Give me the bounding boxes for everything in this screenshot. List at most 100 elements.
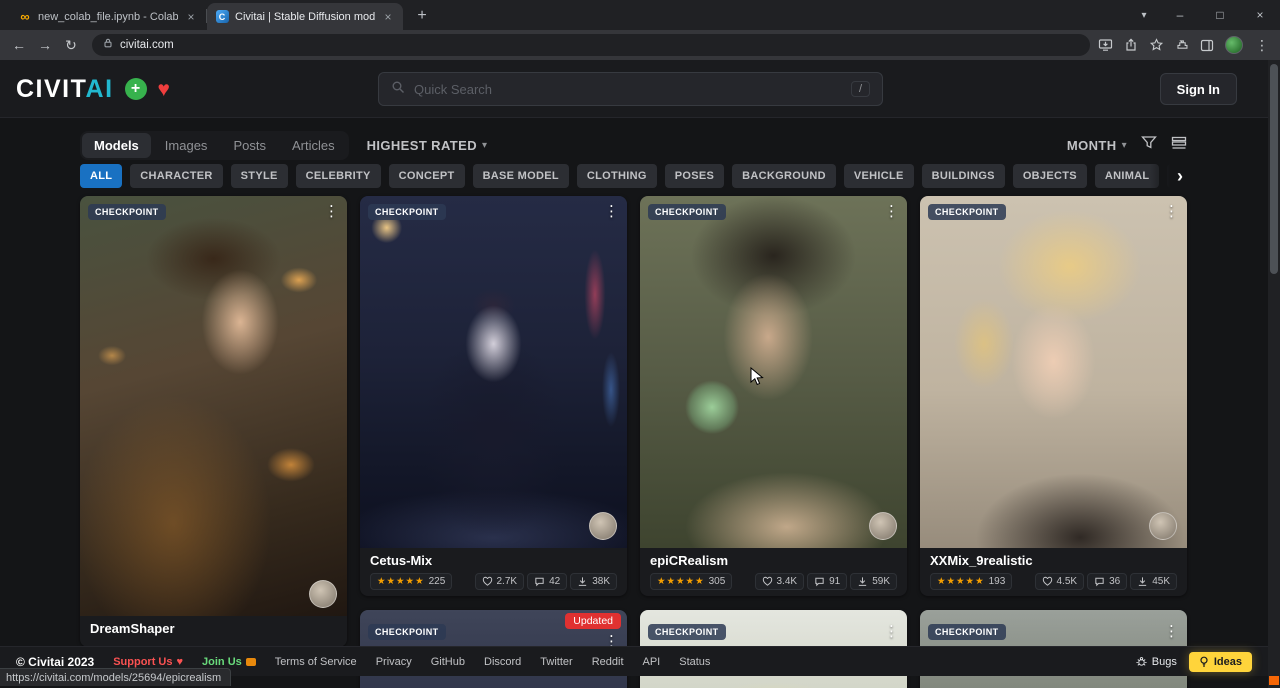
rating-count: 225 bbox=[429, 576, 446, 587]
card-menu-icon[interactable]: ⋮ bbox=[884, 202, 899, 220]
likes-pill: 3.4K bbox=[755, 573, 805, 590]
footer-link-reddit[interactable]: Reddit bbox=[592, 656, 624, 668]
sort-dropdown[interactable]: HIGHEST RATED▾ bbox=[367, 138, 488, 153]
chip-background[interactable]: BACKGROUND bbox=[732, 164, 836, 188]
heart-icon bbox=[762, 576, 773, 587]
sign-in-button[interactable]: Sign In bbox=[1160, 73, 1237, 105]
checkpoint-badge[interactable]: CHECKPOINT bbox=[368, 624, 446, 640]
card-menu-icon[interactable]: ⋮ bbox=[604, 202, 619, 220]
download-icon bbox=[857, 576, 868, 587]
card-menu-icon[interactable]: ⋮ bbox=[884, 622, 899, 640]
footer-link-github[interactable]: GitHub bbox=[431, 656, 465, 668]
creator-avatar[interactable] bbox=[1149, 512, 1177, 540]
filter-icon[interactable] bbox=[1141, 135, 1157, 155]
model-card-dreamshaper[interactable]: CHECKPOINT ⋮ DreamShaper bbox=[80, 196, 347, 647]
chip-buildings[interactable]: BUILDINGS bbox=[922, 164, 1005, 188]
comments-count: 91 bbox=[829, 576, 840, 587]
chip-base-model[interactable]: BASE MODEL bbox=[473, 164, 569, 188]
tab-posts[interactable]: Posts bbox=[221, 133, 278, 158]
page-viewport: CIVITAI + ♥ Quick Search / Sign In Model… bbox=[0, 60, 1268, 688]
chip-all[interactable]: ALL bbox=[80, 164, 122, 188]
likes-pill: 4.5K bbox=[1035, 573, 1085, 590]
tab-colab[interactable]: ∞ new_colab_file.ipynb - Colaborat × bbox=[10, 3, 206, 30]
side-panel-icon[interactable] bbox=[1200, 39, 1214, 52]
footer-link-status[interactable]: Status bbox=[679, 656, 710, 668]
checkpoint-badge[interactable]: CHECKPOINT bbox=[928, 624, 1006, 640]
rating-pill: ★★★★★ 193 bbox=[930, 573, 1012, 590]
reload-button[interactable]: ↻ bbox=[58, 32, 84, 58]
search-placeholder: Quick Search bbox=[414, 82, 842, 97]
download-icon bbox=[1137, 576, 1148, 587]
forward-button[interactable]: → bbox=[32, 32, 58, 58]
model-card-epicrealism[interactable]: CHECKPOINT ⋮ epiCRealism ★★★★★ 305 bbox=[640, 196, 907, 596]
footer-link-support-us[interactable]: Support Us♥ bbox=[113, 656, 183, 668]
checkpoint-badge[interactable]: CHECKPOINT bbox=[368, 204, 446, 220]
checkpoint-badge[interactable]: CHECKPOINT bbox=[88, 204, 166, 220]
vertical-scrollbar[interactable] bbox=[1268, 60, 1280, 688]
footer-link-join-us[interactable]: Join Us bbox=[202, 656, 256, 668]
footer-link-terms[interactable]: Terms of Service bbox=[275, 656, 357, 668]
tab-images[interactable]: Images bbox=[153, 133, 220, 158]
chip-character[interactable]: CHARACTER bbox=[130, 164, 222, 188]
download-icon bbox=[577, 576, 588, 587]
share-icon[interactable] bbox=[1124, 38, 1138, 52]
minimize-button[interactable]: – bbox=[1160, 0, 1200, 30]
card-layout-icon[interactable] bbox=[1171, 136, 1187, 155]
period-dropdown[interactable]: MONTH▾ bbox=[1067, 138, 1127, 153]
tab-models[interactable]: Models bbox=[82, 133, 151, 158]
search-input[interactable]: Quick Search / bbox=[378, 72, 883, 106]
extensions-icon[interactable] bbox=[1175, 38, 1189, 52]
tab-search-icon[interactable]: ▾ bbox=[1128, 0, 1160, 30]
colab-icon: ∞ bbox=[18, 10, 32, 24]
briefcase-icon bbox=[246, 658, 256, 666]
status-url-text: https://civitai.com/models/25694/epicrea… bbox=[6, 672, 221, 684]
checkpoint-badge[interactable]: CHECKPOINT bbox=[648, 204, 726, 220]
card-menu-icon[interactable]: ⋮ bbox=[324, 202, 339, 220]
checkpoint-badge[interactable]: CHECKPOINT bbox=[928, 204, 1006, 220]
downloads-count: 38K bbox=[592, 576, 610, 587]
creator-avatar[interactable] bbox=[309, 580, 337, 608]
chip-objects[interactable]: OBJECTS bbox=[1013, 164, 1087, 188]
favorites-heart-icon[interactable]: ♥ bbox=[158, 79, 170, 100]
chip-clothing[interactable]: CLOTHING bbox=[577, 164, 657, 188]
card-menu-icon[interactable]: ⋮ bbox=[1164, 622, 1179, 640]
card-menu-icon[interactable]: ⋮ bbox=[1164, 202, 1179, 220]
bookmark-star-icon[interactable] bbox=[1149, 38, 1164, 52]
address-bar[interactable]: civitai.com bbox=[92, 34, 1090, 56]
chip-poses[interactable]: POSES bbox=[665, 164, 724, 188]
tab-close-icon[interactable]: × bbox=[381, 10, 395, 24]
close-window-button[interactable]: × bbox=[1240, 0, 1280, 30]
chip-concept[interactable]: CONCEPT bbox=[389, 164, 465, 188]
browser-menu-icon[interactable]: ⋮ bbox=[1254, 37, 1270, 54]
chip-celebrity[interactable]: CELEBRITY bbox=[296, 164, 381, 188]
checkpoint-badge[interactable]: CHECKPOINT bbox=[648, 624, 726, 640]
tab-close-icon[interactable]: × bbox=[184, 10, 198, 24]
browser-toolbar: ← → ↻ civitai.com ⋮ bbox=[0, 30, 1280, 60]
install-app-icon[interactable] bbox=[1098, 38, 1113, 52]
footer-link-privacy[interactable]: Privacy bbox=[376, 656, 412, 668]
footer-link-api[interactable]: API bbox=[643, 656, 661, 668]
creator-avatar[interactable] bbox=[589, 512, 617, 540]
maximize-button[interactable]: □ bbox=[1200, 0, 1240, 30]
create-button[interactable]: + bbox=[125, 78, 147, 100]
comments-pill: 36 bbox=[1087, 573, 1127, 590]
comments-count: 42 bbox=[549, 576, 560, 587]
chip-vehicle[interactable]: VEHICLE bbox=[844, 164, 914, 188]
footer-link-twitter[interactable]: Twitter bbox=[540, 656, 572, 668]
ideas-button[interactable]: Ideas bbox=[1189, 652, 1252, 672]
model-card-xxmix9realistic[interactable]: CHECKPOINT ⋮ XXMix_9realistic ★★★★★ 193 bbox=[920, 196, 1187, 596]
back-button[interactable]: ← bbox=[6, 32, 32, 58]
profile-avatar[interactable] bbox=[1225, 36, 1243, 54]
chip-style[interactable]: STYLE bbox=[231, 164, 288, 188]
civitai-logo[interactable]: CIVITAI bbox=[16, 75, 114, 104]
bugs-button[interactable]: Bugs bbox=[1136, 656, 1177, 668]
chips-scroll-right-icon[interactable]: › bbox=[1150, 164, 1187, 188]
tab-civitai[interactable]: C Civitai | Stable Diffusion models, × bbox=[207, 3, 403, 30]
creator-avatar[interactable] bbox=[869, 512, 897, 540]
new-tab-button[interactable]: + bbox=[409, 3, 435, 29]
footer-link-discord[interactable]: Discord bbox=[484, 656, 521, 668]
scrollbar-thumb[interactable] bbox=[1270, 64, 1278, 274]
tab-articles[interactable]: Articles bbox=[280, 133, 347, 158]
model-card-cetus-mix[interactable]: CHECKPOINT ⋮ Cetus-Mix ★★★★★ 225 bbox=[360, 196, 627, 596]
model-title: DreamShaper bbox=[90, 621, 337, 637]
